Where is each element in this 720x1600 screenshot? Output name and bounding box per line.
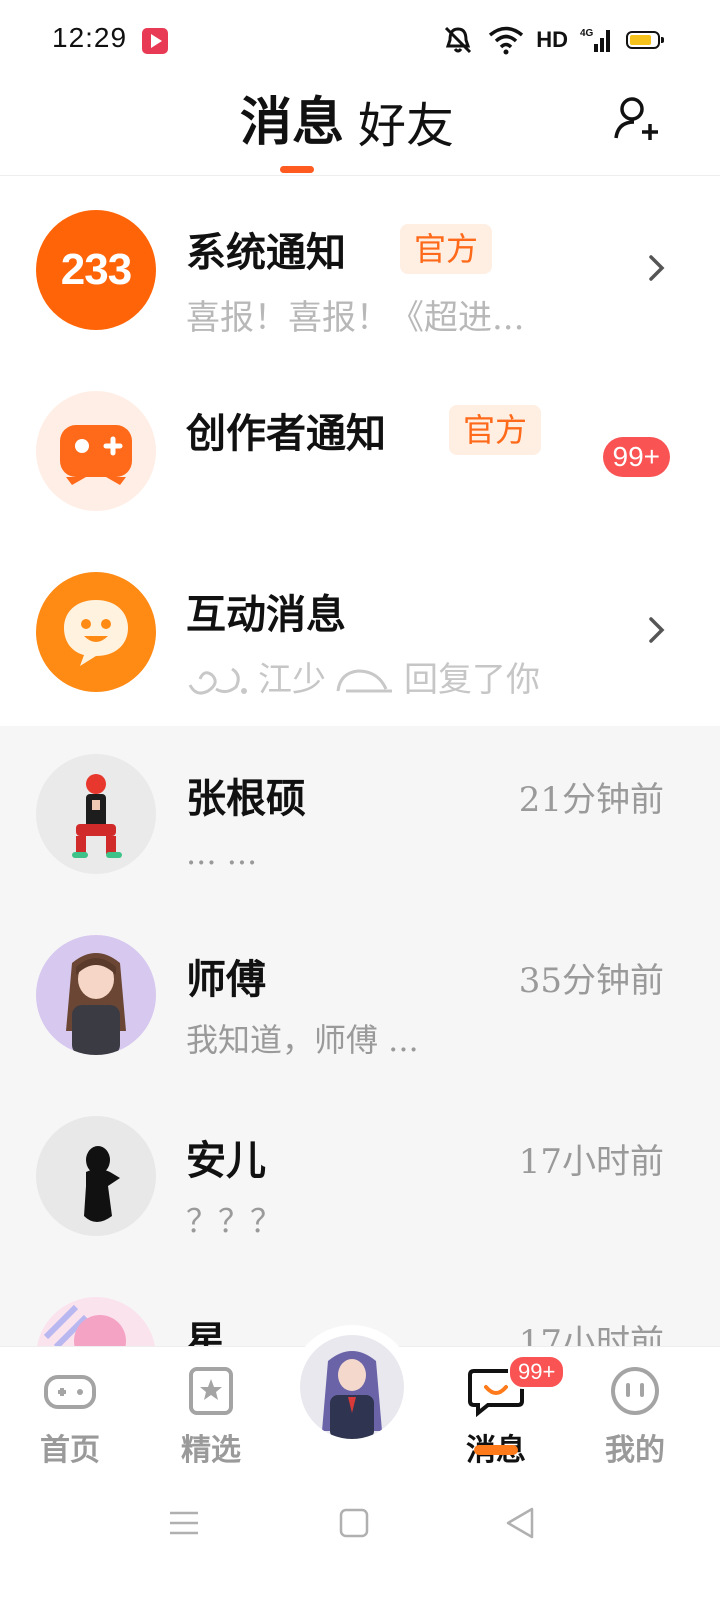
system-avatar: 233 <box>36 210 156 330</box>
chat-preview: ？？？ <box>186 1202 283 1240</box>
interaction-avatar <box>36 572 156 692</box>
silhouette-avatar-icon <box>84 1146 120 1222</box>
nav-home[interactable]: 首页 <box>20 1365 120 1469</box>
signal-icon: 4G <box>580 28 610 52</box>
silent-bell-icon <box>445 26 472 54</box>
chevron-right-icon <box>649 255 665 281</box>
preview-user-part: 江少 <box>258 660 326 700</box>
gamepad-icon <box>60 425 132 485</box>
preview-action-text: 回复了你 <box>404 660 540 700</box>
chat-item[interactable]: 张根硕 21分钟前 ... ... <box>0 726 720 907</box>
nav-label: 我的 <box>605 1433 665 1468</box>
chat-name: 安儿 <box>186 1137 266 1184</box>
chat-preview: 我知道，师傅 ... <box>186 1021 419 1059</box>
official-badge: 官方 <box>400 224 493 274</box>
active-tab-indicator <box>280 166 314 173</box>
notice-title: 创作者通知 <box>186 410 386 457</box>
chat-time: 35分钟前 <box>518 961 664 1001</box>
network-gen-label: 4G <box>580 28 594 39</box>
chat-bubble-face-icon <box>64 600 128 666</box>
smiley-icon <box>611 1367 659 1415</box>
notice-list: 233 系统通知 官方 喜报！喜报！《超进... 创作者通知 官方 99+ 互动… <box>0 176 720 719</box>
chat-item[interactable]: 师傅 35分钟前 我知道，师傅 ... <box>0 907 720 1088</box>
swirl-decoration-icon <box>336 668 392 692</box>
nav-label: 精选 <box>181 1433 241 1468</box>
add-friend-icon[interactable] <box>612 94 662 144</box>
avatar <box>36 1116 156 1236</box>
notice-title: 互动消息 <box>186 591 346 638</box>
chat-name: 张根硕 <box>186 775 306 822</box>
chat-time: 21分钟前 <box>518 780 664 820</box>
chat-time: 17小时前 <box>518 1142 664 1182</box>
creator-avatar <box>36 391 156 511</box>
status-icons: HD 4G <box>440 24 664 56</box>
character-avatar-icon <box>66 953 126 1055</box>
chat-item[interactable]: 安儿 17小时前 ？？？ <box>0 1088 720 1269</box>
nav-label: 首页 <box>40 1433 100 1468</box>
video-app-icon <box>142 28 168 54</box>
chat-time: 17小时前 <box>518 1323 664 1346</box>
character-avatar-icon <box>72 774 122 858</box>
star-icon <box>189 1367 233 1415</box>
bottom-nav: 首页 精选 消息 99+ 我的 <box>0 1325 720 1472</box>
chat-name: 师傅 <box>186 956 266 1003</box>
system-avatar-text: 233 <box>60 245 132 294</box>
network-type-label: HD <box>536 27 568 52</box>
nav-featured[interactable]: 精选 <box>161 1365 261 1469</box>
avatar-icon <box>300 1335 404 1439</box>
chat-name: 星 <box>186 1318 226 1346</box>
swirl-decoration-icon <box>188 667 247 694</box>
chat-list: 张根硕 21分钟前 ... ... 师傅 35分钟前 我知道，师傅 ... 安儿… <box>0 726 720 1346</box>
chevron-right-icon <box>649 617 665 643</box>
notice-item-interaction[interactable]: 互动消息 江少 回复了你 <box>0 538 720 719</box>
tab-messages[interactable]: 消息 <box>240 80 344 155</box>
status-time: 12:29 <box>52 22 128 53</box>
battery-fill <box>630 35 651 45</box>
wifi-icon <box>489 26 524 55</box>
nav-profile[interactable]: 我的 <box>585 1365 685 1469</box>
home-square-icon[interactable] <box>336 1505 372 1541</box>
nav-unread-badge: 99+ <box>508 1355 566 1389</box>
avatar <box>36 935 156 1055</box>
notice-preview: 喜报！喜报！《超进... <box>186 298 525 338</box>
status-bar: 12:29 HD 4G <box>0 0 720 80</box>
notice-preview: 江少 回复了你 <box>186 652 540 701</box>
unread-count-badge: 99+ <box>602 437 670 477</box>
chat-preview: ... ... <box>186 834 258 872</box>
official-badge: 官方 <box>449 405 542 455</box>
avatar <box>36 754 156 874</box>
battery-icon <box>626 31 664 49</box>
avatar <box>36 1297 156 1346</box>
menu-icon[interactable] <box>166 1505 202 1541</box>
tab-friends[interactable]: 好友 <box>358 86 454 156</box>
nav-center-avatar[interactable] <box>300 1335 404 1439</box>
gamepad-icon <box>44 1375 96 1409</box>
back-triangle-icon[interactable] <box>502 1505 538 1541</box>
top-header: 消息 好友 <box>0 80 720 176</box>
notice-item-creator[interactable]: 创作者通知 官方 99+ <box>0 357 720 538</box>
notice-item-system[interactable]: 233 系统通知 官方 喜报！喜报！《超进... <box>0 176 720 357</box>
notice-title: 系统通知 <box>186 229 346 276</box>
active-nav-indicator <box>474 1445 518 1455</box>
character-avatar-icon <box>43 1304 126 1346</box>
system-nav-bar <box>0 1471 720 1600</box>
